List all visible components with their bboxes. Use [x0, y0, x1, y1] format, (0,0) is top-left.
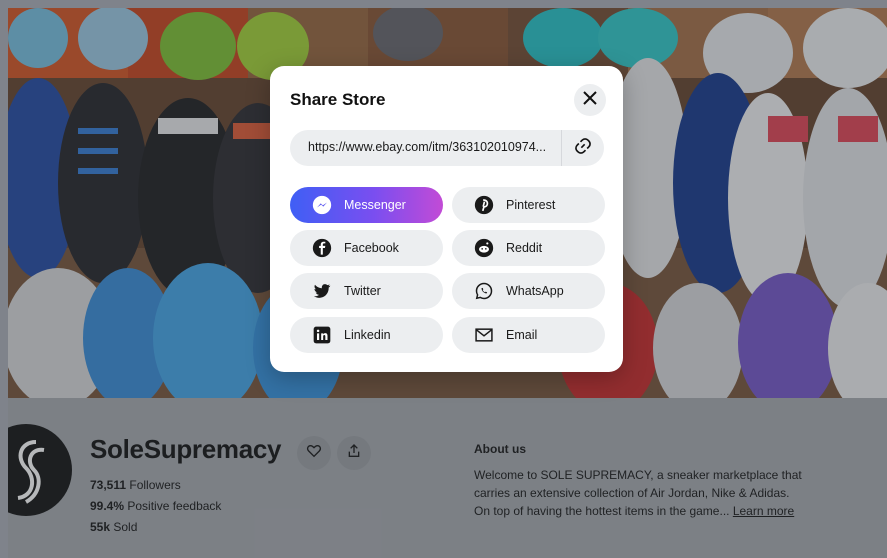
share-store-modal: Share Store https://www.ebay.com/itm/363… — [270, 66, 623, 372]
share-linkedin-button[interactable]: Linkedin — [290, 317, 443, 353]
twitter-icon — [312, 281, 332, 301]
linkedin-icon — [312, 325, 332, 345]
link-icon — [573, 136, 593, 161]
share-twitter-button[interactable]: Twitter — [290, 273, 443, 309]
share-pinterest-button[interactable]: Pinterest — [452, 187, 605, 223]
share-reddit-button[interactable]: Reddit — [452, 230, 605, 266]
share-url-field[interactable]: https://www.ebay.com/itm/363102010974... — [290, 130, 604, 166]
close-button[interactable] — [574, 84, 606, 116]
facebook-icon — [312, 238, 332, 258]
share-messenger-button[interactable]: Messenger — [290, 187, 443, 223]
modal-title: Share Store — [290, 90, 386, 109]
share-facebook-button[interactable]: Facebook — [290, 230, 443, 266]
pinterest-icon — [474, 195, 494, 215]
close-icon — [583, 90, 597, 110]
share-url-text[interactable]: https://www.ebay.com/itm/363102010974... — [308, 140, 548, 154]
reddit-icon — [474, 238, 494, 258]
email-icon — [474, 325, 494, 345]
copy-link-button[interactable] — [562, 130, 604, 166]
share-email-button[interactable]: Email — [452, 317, 605, 353]
share-whatsapp-button[interactable]: WhatsApp — [452, 273, 605, 309]
whatsapp-icon — [474, 281, 494, 301]
messenger-icon — [312, 195, 332, 215]
